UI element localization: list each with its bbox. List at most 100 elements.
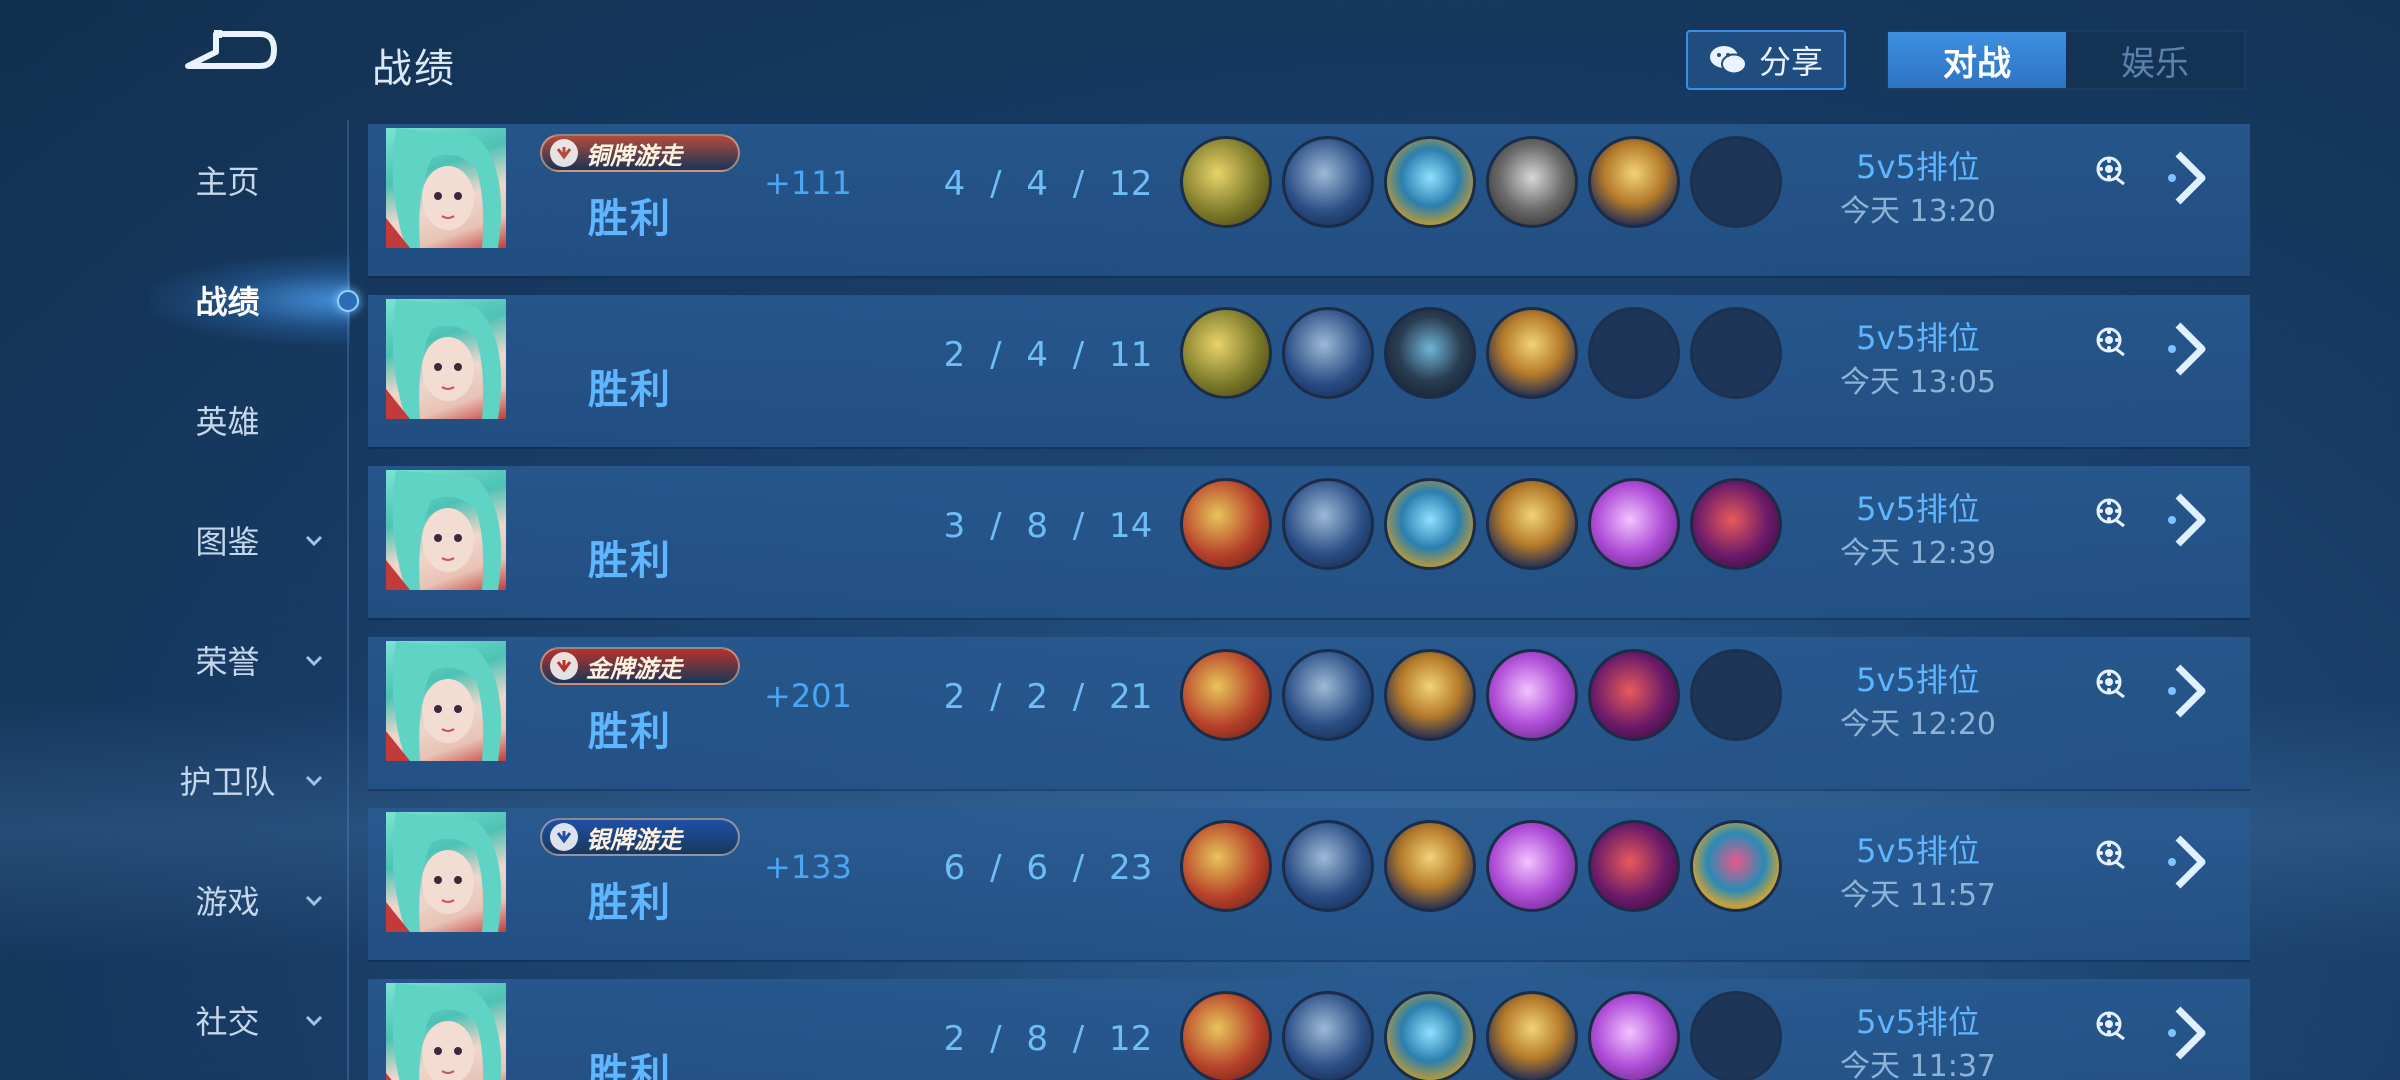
blue-gold-amulet-icon[interactable] [1384,991,1476,1080]
silver-armor-icon[interactable] [1486,136,1578,228]
red-serpent-icon[interactable] [1180,991,1272,1080]
purple-cloak-icon[interactable] [1486,820,1578,912]
replay-icon[interactable] [2094,496,2128,530]
sidebar-item-label: 社交 [195,1003,260,1041]
sidebar-item-label: 主页 [195,163,260,201]
game-mode: 5v5排位 [1856,832,1980,870]
blue-boots-icon[interactable] [1282,820,1374,912]
rank-badge: 金牌游走 [540,647,740,685]
match-result: 胜利 [588,1051,672,1080]
chevron-right-icon[interactable] [2164,490,2214,550]
equipment-list [1180,649,1782,741]
gold-serpent-icon[interactable] [1180,136,1272,228]
kda-stats: 6 / 6 / 23 [943,848,1153,888]
sidebar-item-home[interactable]: 主页 [160,150,340,210]
equipment-list [1180,136,1782,228]
tab-entertainment[interactable]: 娱乐 [2066,32,2244,88]
rank-emblem-icon [550,823,578,851]
sidebar-item-social[interactable]: 社交 [160,990,340,1050]
sidebar-item-record[interactable]: 战绩 [160,270,340,330]
red-wizard-hat-icon[interactable] [1588,820,1680,912]
game-mode: 5v5排位 [1856,1003,1980,1041]
blue-gold-amulet-icon[interactable] [1384,478,1476,570]
red-serpent-icon[interactable] [1180,820,1272,912]
match-row[interactable]: 胜利 2 / 8 / 12 5v5排位 今天 11:37 [368,979,2250,1080]
purple-cloak-icon[interactable] [1588,991,1680,1080]
match-row[interactable]: 银牌游走 胜利 +133 6 / 6 / 23 5v5排位 今天 11:57 [368,808,2250,960]
chevron-right-icon[interactable] [2164,832,2214,892]
blue-gem-icon[interactable] [1690,820,1782,912]
blue-gold-amulet-icon[interactable] [1384,136,1476,228]
red-wizard-hat-icon[interactable] [1690,478,1782,570]
tab-battle[interactable]: 对战 [1888,32,2066,88]
hero-portrait [386,470,506,590]
match-row[interactable]: 胜利 3 / 8 / 14 5v5排位 今天 12:39 [368,466,2250,618]
game-mode: 5v5排位 [1856,490,1980,528]
hero-portrait [386,299,506,419]
rank-badge-label: 铜牌游走 [586,141,682,170]
share-button[interactable]: 分享 [1686,30,1846,90]
replay-icon[interactable] [2094,154,2128,188]
match-row[interactable]: 胜利 2 / 4 / 11 5v5排位 今天 13:05 [368,295,2250,447]
sidebar-item-guard[interactable]: 护卫队 [160,750,340,810]
hero-portrait [386,128,506,248]
rank-points: +111 [764,164,852,202]
gold-chalice-icon[interactable] [1486,478,1578,570]
blue-boots-icon[interactable] [1282,136,1374,228]
chevron-down-icon [305,535,323,547]
gold-chalice-icon[interactable] [1486,307,1578,399]
chevron-right-icon[interactable] [2164,148,2214,208]
replay-icon[interactable] [2094,838,2128,872]
match-time: 今天 13:20 [1840,194,1996,229]
sidebar-item-game[interactable]: 游戏 [160,870,340,930]
replay-icon[interactable] [2094,1009,2128,1043]
gold-chalice-icon[interactable] [1384,649,1476,741]
sidebar-item-label: 护卫队 [179,763,276,801]
back-arrow-icon [185,30,277,69]
hero-portrait [386,983,506,1080]
sidebar-item-hero[interactable]: 英雄 [160,390,340,450]
red-serpent-icon[interactable] [1180,649,1272,741]
match-time: 今天 12:39 [1840,536,1996,571]
match-result: 胜利 [588,196,672,242]
sidebar-item-catalog[interactable]: 图鉴 [160,510,340,570]
purple-cloak-icon[interactable] [1588,478,1680,570]
match-row[interactable]: 金牌游走 胜利 +201 2 / 2 / 21 5v5排位 今天 12:20 [368,637,2250,789]
blue-boots-icon[interactable] [1282,478,1374,570]
replay-icon[interactable] [2094,667,2128,701]
blue-boots-icon[interactable] [1282,991,1374,1080]
red-serpent-icon[interactable] [1180,478,1272,570]
page-title: 战绩 [372,46,456,92]
equipment-list [1180,478,1782,570]
sidebar-item-label: 游戏 [195,883,260,921]
gold-chalice-icon[interactable] [1384,820,1476,912]
rank-emblem-icon [550,652,578,680]
blue-boots-icon[interactable] [1282,307,1374,399]
gold-serpent-icon[interactable] [1180,307,1272,399]
kda-stats: 2 / 8 / 12 [943,1019,1153,1059]
rank-badge: 铜牌游走 [540,134,740,172]
game-mode: 5v5排位 [1856,319,1980,357]
gold-chalice-icon[interactable] [1486,991,1578,1080]
red-wizard-hat-icon[interactable] [1588,649,1680,741]
empty-equipment-slot [1690,991,1782,1080]
sidebar-item-honor[interactable]: 荣誉 [160,630,340,690]
hero-portrait [386,641,506,761]
match-row[interactable]: 铜牌游走 胜利 +111 4 / 4 / 12 5v5排位 今天 13:20 [368,124,2250,276]
dark-armor-icon[interactable] [1384,307,1476,399]
empty-equipment-slot [1690,307,1782,399]
purple-cloak-icon[interactable] [1486,649,1578,741]
blue-boots-icon[interactable] [1282,649,1374,741]
gold-chalice-icon[interactable] [1588,136,1680,228]
rank-points: +133 [764,848,852,886]
replay-icon[interactable] [2094,325,2128,359]
chevron-right-icon[interactable] [2164,1003,2214,1063]
back-button[interactable] [180,28,280,84]
chevron-right-icon[interactable] [2164,319,2214,379]
sidebar-item-label: 英雄 [195,403,260,441]
sidebar-divider [347,120,349,1080]
rank-emblem-icon [550,139,578,167]
empty-equipment-slot [1690,136,1782,228]
chevron-right-icon[interactable] [2164,661,2214,721]
sidebar-item-label: 战绩 [195,283,260,321]
